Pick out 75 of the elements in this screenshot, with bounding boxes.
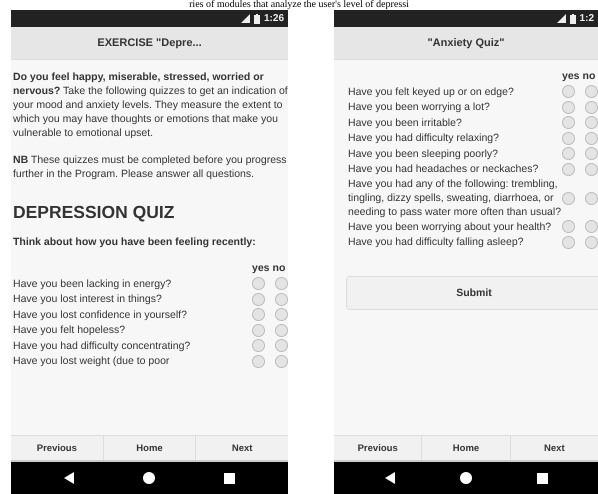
radio-button[interactable] — [585, 132, 598, 145]
question-text: Have you lost interest in things? — [13, 292, 163, 306]
question-text: Have you been sleeping poorly? — [348, 146, 500, 161]
radio-button[interactable] — [562, 192, 575, 204]
radio-button[interactable] — [252, 277, 265, 290]
radio-button[interactable] — [275, 277, 288, 290]
radio-button[interactable] — [275, 339, 288, 352]
radio-button[interactable] — [585, 162, 598, 176]
radio-button[interactable] — [562, 132, 575, 145]
screen-title: "Anxiety Quiz" — [427, 37, 505, 49]
question-text: Have you lost weight (due to poor — [13, 354, 170, 368]
recents-icon[interactable] — [536, 472, 548, 484]
radio-button[interactable] — [585, 236, 598, 249]
radio-button[interactable] — [562, 220, 575, 234]
signal-icon — [240, 14, 250, 23]
back-icon[interactable] — [384, 472, 394, 484]
radio-button[interactable] — [252, 354, 265, 368]
status-time: 1:26 — [264, 13, 284, 24]
question-text: Have you felt hopeless? — [13, 323, 126, 338]
footer-nav-button[interactable]: Previous — [334, 436, 422, 460]
radio-button[interactable] — [275, 354, 288, 368]
radio-button[interactable] — [585, 192, 598, 204]
radio-button[interactable] — [252, 292, 265, 306]
intro-paragraph: NB These quizzes must be completed before you progress further in the Program. Please answer all questions. — [13, 153, 288, 181]
question-text: Have you had difficulty concentrating? — [13, 338, 192, 353]
footer-nav-button[interactable]: Home — [422, 436, 511, 460]
status-time: 1:2 — [580, 13, 594, 24]
radio-button[interactable] — [275, 324, 288, 337]
question-text: Have you been irritable? — [348, 116, 463, 130]
question-text: Have you felt keyed up or on edge? — [348, 84, 515, 99]
home-icon[interactable] — [460, 472, 472, 484]
recents-icon[interactable] — [224, 472, 236, 484]
intro-paragraph: Do you feel happy, miserable, stressed, worried or nervous? Take the following quizzes to get an indication of your mood and anxiety levels. They measure the extent to which you may have thoughts or emotions that make you vulnerable to emotional upset. — [13, 70, 288, 140]
radio-button[interactable] — [585, 100, 598, 114]
radio-button[interactable] — [562, 236, 575, 249]
radio-button[interactable] — [562, 147, 575, 160]
radio-button[interactable] — [275, 308, 288, 322]
question-text: Have you been worrying about your health? — [348, 220, 552, 234]
question-text: Have you had difficulty relaxing? — [348, 131, 500, 146]
footer-nav-button[interactable]: Next — [196, 436, 288, 460]
question-text: Have you lost confidence in yourself? — [13, 308, 188, 322]
radio-button[interactable] — [562, 85, 575, 98]
radio-button[interactable] — [562, 100, 575, 114]
signal-icon — [556, 14, 566, 23]
battery-icon — [254, 14, 260, 24]
radio-button[interactable] — [585, 147, 598, 160]
radio-button[interactable] — [252, 339, 265, 352]
radio-button[interactable] — [562, 116, 575, 130]
question-text: Have you been worrying a lot? — [348, 100, 491, 114]
question-text: Have you had any of the following: trembling, tingling, dizzy spells, sweating, diarrhoea, or needing to pass water more often than usual? — [348, 177, 562, 219]
footer-nav-button[interactable]: Home — [104, 436, 196, 460]
back-icon[interactable] — [64, 472, 74, 484]
question-text: Have you had difficulty falling asleep? — [348, 235, 525, 250]
no-label: no — [272, 262, 286, 274]
radio-button[interactable] — [252, 308, 265, 322]
home-icon[interactable] — [142, 472, 155, 484]
radio-button[interactable] — [252, 324, 265, 337]
quiz-heading: DEPRESSION QUIZ — [13, 202, 176, 222]
quiz-instruction: Think about how you have been feeling recently: — [13, 236, 257, 248]
submit-button[interactable]: Submit — [346, 276, 598, 310]
radio-button[interactable] — [585, 220, 598, 234]
radio-button[interactable] — [585, 116, 598, 130]
figure-caption: ries of modules that analyze the user's level of depressi — [188, 0, 410, 10]
yes-label: yes — [252, 262, 270, 274]
radio-button[interactable] — [275, 292, 288, 306]
question-text: Have you had headaches or neckaches? — [348, 162, 540, 176]
battery-icon — [570, 14, 576, 24]
question-text: Have you been lacking in energy? — [13, 276, 172, 291]
footer-nav-button[interactable]: Previous — [11, 436, 104, 460]
radio-button[interactable] — [585, 85, 598, 98]
no-label: no — [582, 70, 596, 82]
radio-button[interactable] — [562, 162, 575, 176]
footer-nav-button[interactable]: Next — [510, 436, 598, 460]
screen-title: EXERCISE "Depre... — [97, 37, 202, 49]
yes-label: yes — [562, 70, 580, 82]
